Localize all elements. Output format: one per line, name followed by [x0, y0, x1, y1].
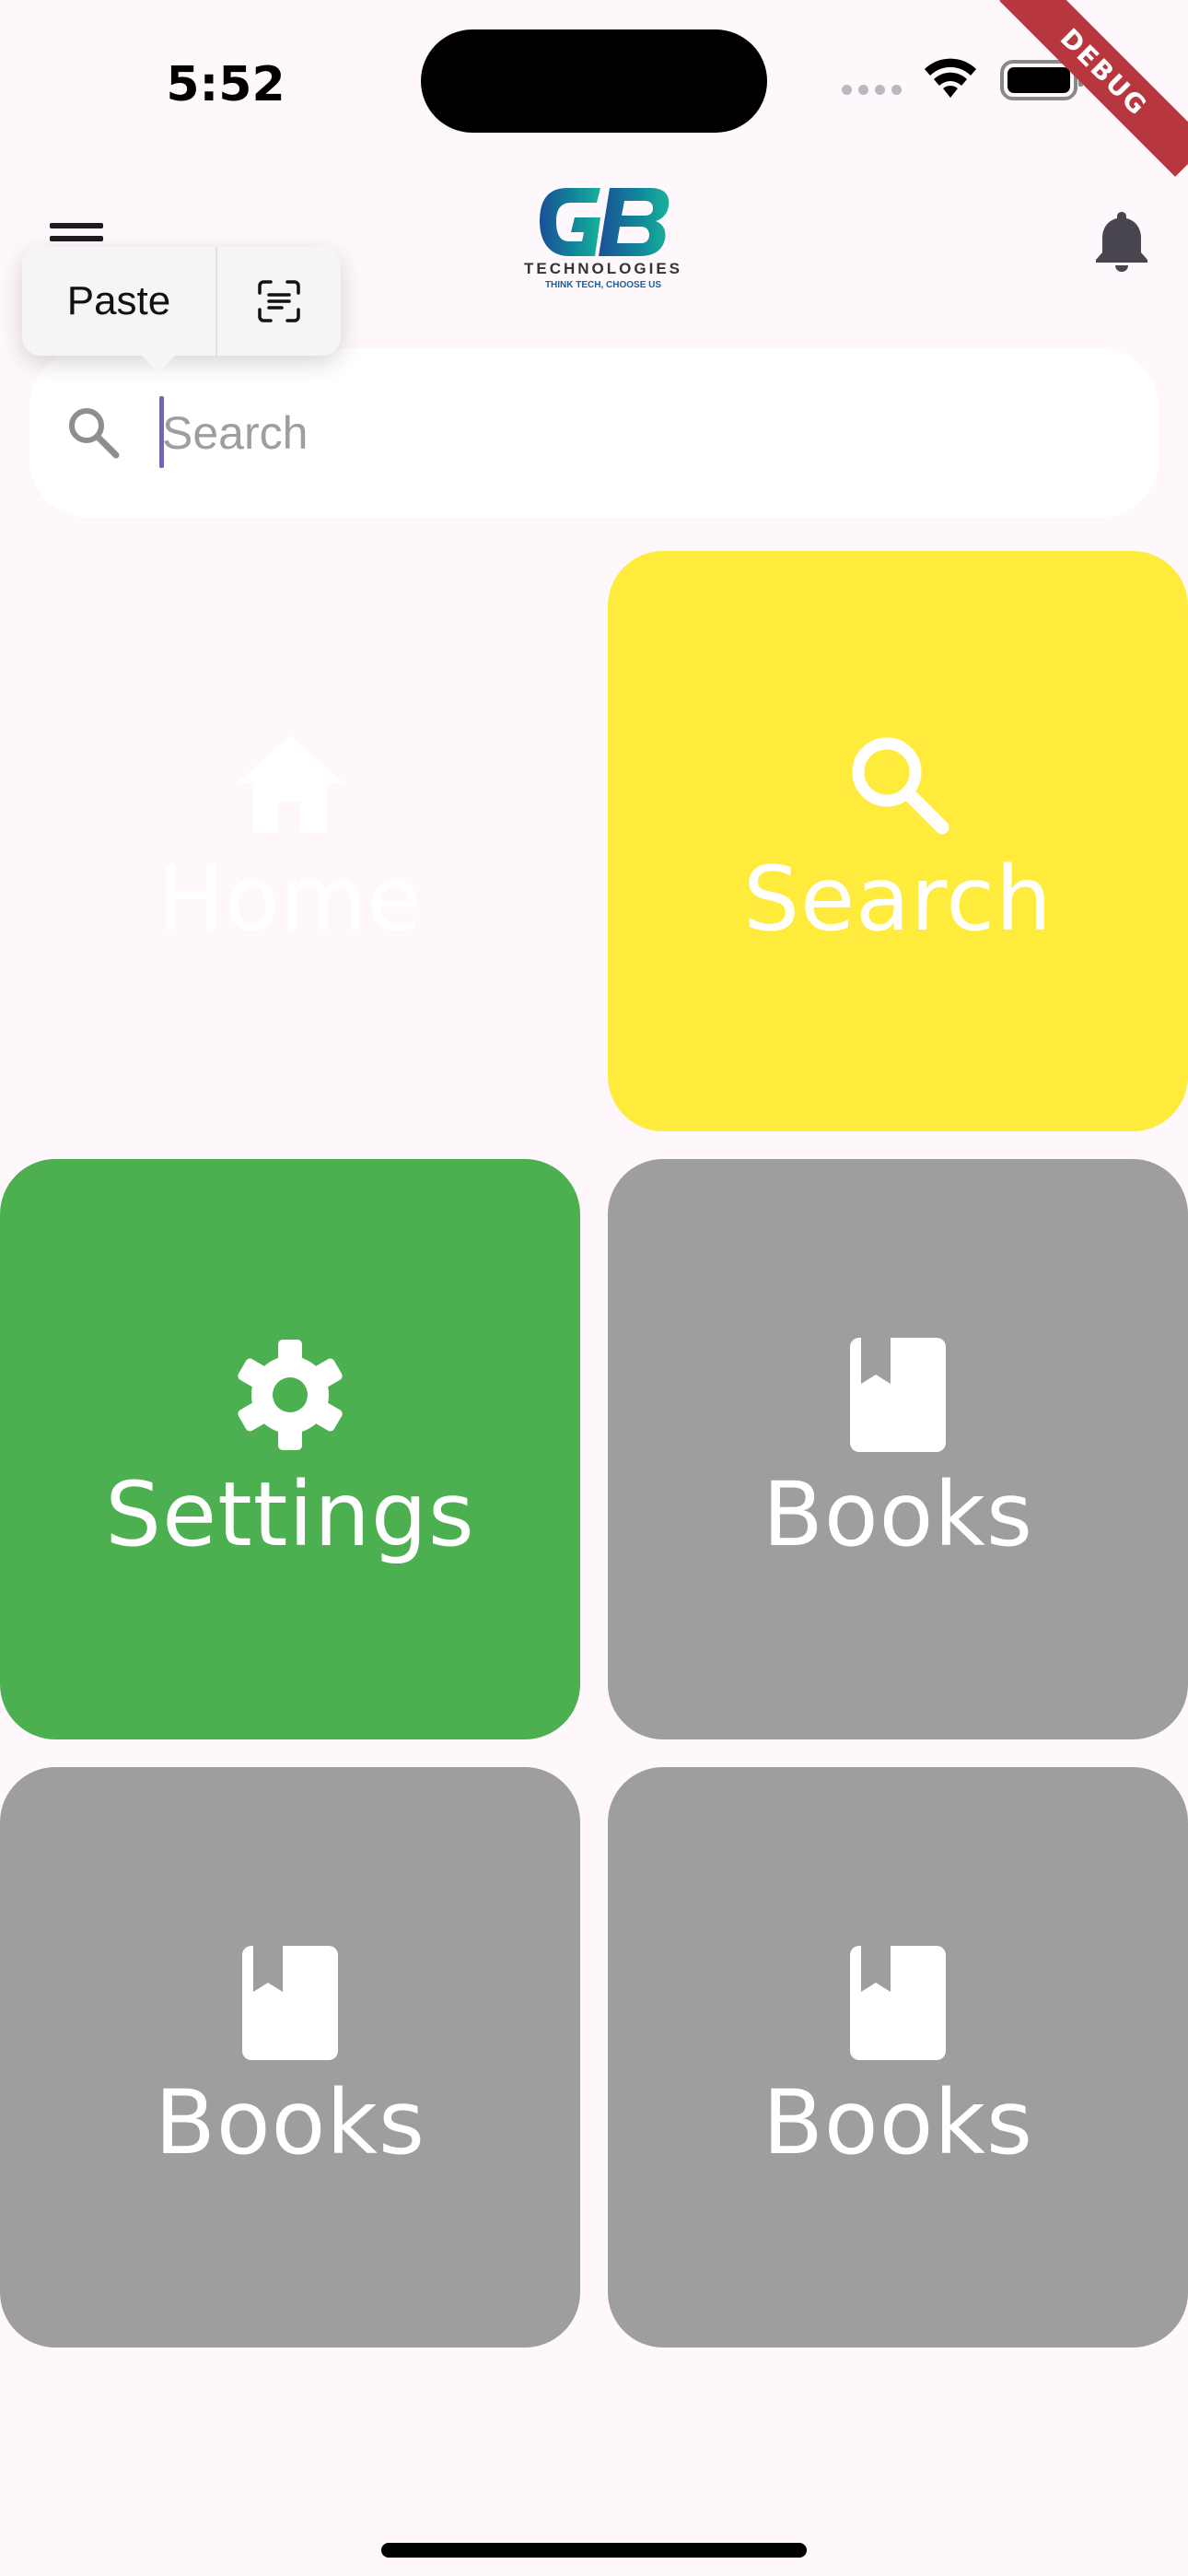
tile-settings[interactable]: Settings — [0, 1159, 580, 1739]
tile-label: Books — [763, 2071, 1033, 2174]
logo-text: TECHNOLOGIES — [523, 260, 682, 277]
tile-label: Home — [157, 848, 423, 951]
scan-text-button[interactable] — [217, 247, 341, 356]
tile-label: Search — [743, 848, 1053, 951]
search-input[interactable] — [158, 396, 1120, 470]
tile-books[interactable]: Books — [608, 1767, 1188, 2348]
book-icon — [850, 1946, 946, 2060]
tile-books[interactable]: Books — [608, 1159, 1188, 1739]
logo-mark — [540, 188, 670, 256]
clipboard-menu: Paste — [22, 247, 341, 356]
paste-button[interactable]: Paste — [22, 247, 217, 356]
search-icon — [69, 408, 120, 459]
clipboard-menu-arrow — [140, 354, 177, 372]
wifi-icon — [925, 58, 976, 98]
logo-tagline: THINK TECH, CHOOSE US — [544, 280, 662, 290]
tile-books[interactable]: Books — [0, 1767, 580, 2348]
notification-bell-icon[interactable] — [1092, 208, 1151, 273]
book-icon — [850, 1338, 946, 1452]
search-icon — [852, 737, 949, 835]
status-time: 5:52 — [166, 57, 285, 112]
text-cursor — [159, 396, 164, 468]
tile-label: Books — [155, 2071, 425, 2174]
dynamic-island — [421, 29, 767, 133]
tile-label: Books — [763, 1463, 1033, 1566]
home-indicator[interactable] — [381, 2543, 807, 2558]
book-icon — [242, 1946, 338, 2060]
tile-label: Settings — [105, 1463, 475, 1566]
home-icon — [237, 735, 344, 833]
app-logo: TECHNOLOGIES THINK TECH, CHOOSE US — [516, 181, 691, 300]
tile-search[interactable]: Search — [608, 551, 1188, 1131]
tile-home[interactable]: Home — [0, 551, 580, 1131]
scan-text-icon — [258, 280, 300, 322]
gear-icon — [238, 1340, 343, 1450]
cellular-signal-icon — [842, 85, 904, 98]
